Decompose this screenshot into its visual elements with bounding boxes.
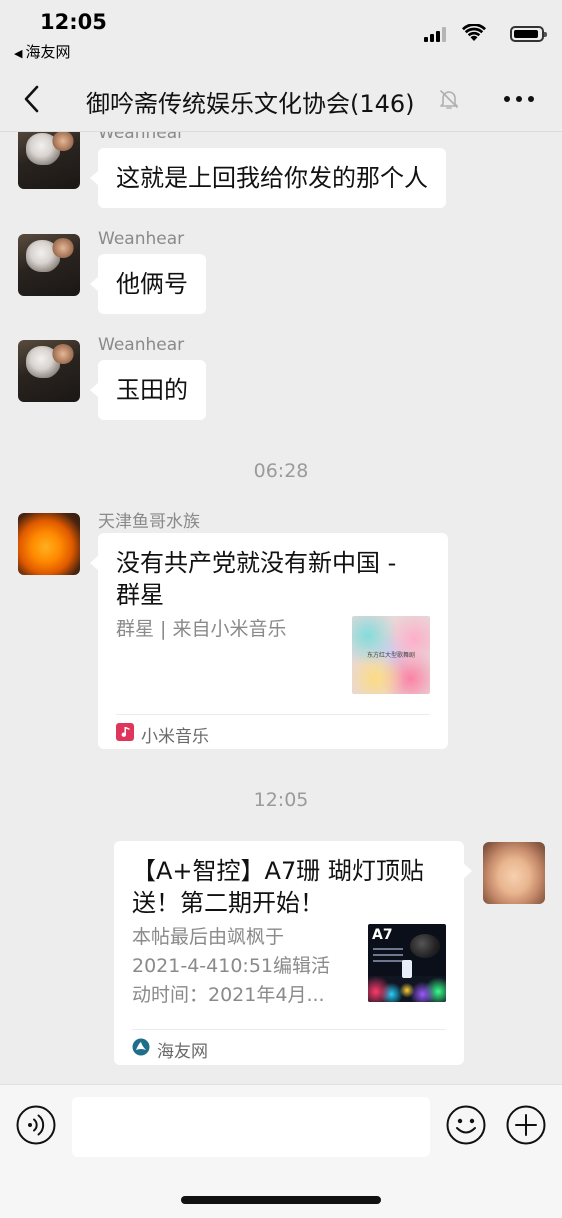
status-icons [414, 24, 547, 44]
status-time: 12:05 [40, 10, 107, 34]
link-card-title-line2: 送！第二期开始！ [132, 889, 324, 917]
link-card-thumbnail: A7 [368, 924, 446, 1002]
chat-title: 御吟斋传统娱乐文化协会(146) [86, 90, 415, 118]
link-card-desc-line3: 动时间：2021年4月... [132, 984, 325, 1006]
battery-icon [510, 26, 547, 42]
avatar[interactable] [18, 513, 80, 575]
xiaomi-music-icon [116, 723, 134, 741]
message-bubble[interactable]: 他俩号 [90, 254, 206, 314]
a7-thumb-label: A7 [372, 927, 393, 943]
status-back-label: 海友网 [25, 43, 71, 61]
link-card-desc-line1: 本帖最后由飒枫于 [132, 926, 285, 948]
avatar[interactable] [18, 340, 80, 402]
link-share-card[interactable]: 【A+智控】A7珊 瑚灯顶贴 送！第二期开始！ 本帖最后由飒枫于 2021-4-… [114, 841, 472, 1065]
avatar[interactable] [18, 234, 80, 296]
link-card-title-line1: 【A+智控】A7珊 瑚灯顶贴 [132, 857, 424, 885]
voice-icon[interactable] [16, 1105, 56, 1145]
music-card-thumbnail: 东方红大型歌舞剧 [352, 616, 430, 694]
message-bubble[interactable]: 这就是上回我给你发的那个人 [90, 148, 446, 208]
music-card-desc: 群星 | 来自小米音乐 [116, 618, 287, 640]
plus-icon[interactable] [506, 1105, 546, 1145]
music-card-source: 小米音乐 [141, 727, 209, 747]
back-arrow-icon[interactable] [20, 84, 46, 114]
status-back-app[interactable]: ◀ 海友网 [14, 41, 70, 62]
sender-name: Weanhear [98, 132, 185, 143]
music-card-title-line1: 没有共产党就没有新中国 - [116, 549, 397, 577]
card-divider [132, 1029, 446, 1030]
haiyou-logo-icon [132, 1038, 150, 1056]
status-bar: 12:05 ◀ 海友网 [0, 0, 562, 66]
timestamp: 12:05 [253, 789, 309, 811]
back-triangle-icon: ◀ [14, 47, 23, 60]
sender-name: Weanhear [98, 229, 185, 249]
message-bubble[interactable]: 玉田的 [90, 360, 206, 420]
chat-header: 御吟斋传统娱乐文化协会(146) [0, 66, 562, 132]
link-card-source: 海友网 [157, 1042, 208, 1062]
sender-name: 天津鱼哥水族 [98, 512, 200, 532]
timestamp: 06:28 [253, 460, 309, 482]
music-share-card[interactable]: 没有共产党就没有新中国 - 群星 群星 | 来自小米音乐 东方红大型歌舞剧 小米… [90, 533, 448, 749]
home-indicator[interactable] [181, 1196, 381, 1204]
link-card-desc-line2: 2021-4-410:51编辑活 [132, 955, 330, 977]
emoji-icon[interactable] [446, 1105, 486, 1145]
message-input[interactable] [72, 1097, 430, 1157]
avatar[interactable] [18, 132, 80, 189]
card-divider [116, 714, 430, 715]
wifi-icon [462, 24, 486, 41]
music-thumb-text: 东方红大型歌舞剧 [366, 652, 415, 659]
sender-name: Weanhear [98, 335, 185, 355]
chat-area[interactable]: Weanhear 这就是上回我给你发的那个人 Weanhear 他俩号 Wean… [0, 132, 562, 1084]
signal-icon [424, 27, 448, 42]
more-icon[interactable] [504, 96, 534, 104]
music-card-title-line2: 群星 [116, 581, 164, 609]
mute-bell-icon [440, 90, 458, 109]
avatar[interactable] [483, 842, 545, 904]
